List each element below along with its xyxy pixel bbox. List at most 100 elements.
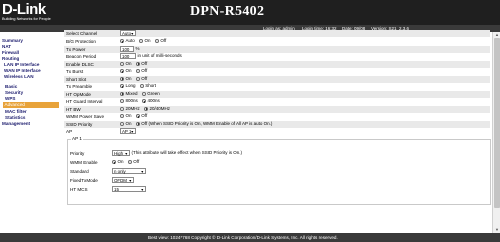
standard-value: n only <box>114 169 126 175</box>
bg-protection-auto-radio[interactable] <box>120 39 124 44</box>
enable-dlsc-on-label: On <box>125 60 132 66</box>
sidebar-item-basic[interactable]: Basic <box>5 84 17 89</box>
beacon-period-unit: in unit of milli-seconds <box>137 53 182 59</box>
beacon-period-input[interactable]: 100 <box>120 53 136 60</box>
ht-opmode-green-radio[interactable] <box>141 91 146 96</box>
ht-guard-800ns-radio[interactable] <box>120 99 124 104</box>
sidebar-item-routing[interactable]: Routing <box>2 56 19 61</box>
ssid-priority-off-label: Off (When SSID Priority is On, WMM Enabl… <box>141 120 273 126</box>
bg-protection-auto-label: Auto <box>125 38 135 44</box>
sidebar-item-advanced[interactable]: Advanced <box>3 102 59 108</box>
ht-opmode-mixed-radio[interactable] <box>120 91 124 96</box>
short-slot-row: Short Slot On Off <box>64 75 490 83</box>
select-channel-row: Select Channel Auto ▼ <box>64 30 490 38</box>
header-bar: D-Link Building Networks for People DPN-… <box>0 0 500 25</box>
ht-guard-800ns-label: 800ns <box>125 98 138 104</box>
sidebar-item-security[interactable]: Security <box>5 90 23 95</box>
tx-preamble-row: Tx Preamble Long Short <box>64 83 490 90</box>
enable-dlsc-off-radio[interactable] <box>135 61 140 66</box>
ht-opmode-row: HT OpMode Mixed Green <box>64 90 490 98</box>
sidebar-item-wan-ip-interface[interactable]: WAN IP Interface <box>4 68 41 73</box>
wmm-enable-off-radio[interactable] <box>127 160 132 165</box>
sidebar-item-wireless-lan[interactable]: Wireless LAN <box>4 74 34 79</box>
scrollbar-thumb[interactable] <box>494 38 500 208</box>
bg-protection-off-label: Off <box>160 38 167 44</box>
short-slot-off-radio[interactable] <box>135 76 140 81</box>
tx-burst-off-radio[interactable] <box>135 69 140 74</box>
chevron-down-icon: ▼ <box>130 31 134 36</box>
ht-mcs-label: HT MCS <box>70 187 88 193</box>
bg-protection-row: B/G Protection Auto On Off <box>64 38 490 45</box>
ssid-priority-label: SSID Priority <box>66 121 93 127</box>
chevron-down-icon: ▼ <box>128 178 132 183</box>
chevron-down-icon: ▼ <box>124 151 128 156</box>
sidebar-item-management[interactable]: Management <box>2 121 30 126</box>
ht-bw-20mhz-radio[interactable] <box>120 106 124 111</box>
wmm-enable-off-label: Off <box>133 159 140 165</box>
ht-guard-interval-label: HT Guard Interval <box>66 99 103 105</box>
chevron-down-icon: ▼ <box>140 187 144 192</box>
standard-row: Standard n only ▼ <box>68 168 488 175</box>
logo-text: D-Link <box>2 1 46 18</box>
sidebar-item-summary[interactable]: Summary <box>2 38 23 43</box>
ht-guard-400ns-radio[interactable] <box>142 99 147 104</box>
short-slot-on-radio[interactable] <box>120 76 124 81</box>
ht-bw-label: HT BW <box>66 106 81 112</box>
ht-bw-20mhz-label: 20MHz <box>125 105 140 111</box>
wmm-enable-row: WMM Enable On Off <box>68 159 488 166</box>
footer-copyright: Best view: 1024*768 Copyright © D-Link C… <box>148 235 338 240</box>
tx-preamble-long-radio[interactable] <box>120 84 124 89</box>
ap-label: AP <box>66 129 73 135</box>
main-content: Select Channel Auto ▼ B/G Protection Auto… <box>62 30 492 233</box>
sidebar-item-mac-filter[interactable]: MAC filter <box>5 109 27 114</box>
wmm-enable-on-radio[interactable] <box>112 160 116 165</box>
standard-dropdown[interactable]: n only ▼ <box>112 168 146 175</box>
wmm-enable-label: WMM Enable <box>70 160 98 166</box>
sidebar-item-nat[interactable]: NAT <box>2 44 11 49</box>
wmm-power-save-on-radio[interactable] <box>120 114 124 119</box>
ht-guard-400ns-label: 400ns <box>147 98 160 104</box>
logo-tagline: Building Networks for People <box>2 17 51 21</box>
enable-dlsc-off-label: Off <box>141 60 148 66</box>
sidebar-nav: Summary NAT Firewall Routing LAN IP Inte… <box>0 32 62 233</box>
priority-row: Priority High ▼ (This attribute will take … <box>68 150 488 157</box>
tx-preamble-short-label: Short <box>145 83 157 89</box>
wmm-power-save-label: WMM Power Save <box>66 114 105 120</box>
dlink-logo[interactable]: D-Link Building Networks for People <box>2 2 64 22</box>
fixed-tx-mode-label: FixedTxMode <box>70 178 98 184</box>
ssid-priority-row: SSID Priority On Off (When SSID Priority… <box>64 120 490 128</box>
vertical-scrollbar[interactable]: ▲ ▼ <box>492 32 500 233</box>
tx-power-label: Tx Power <box>66 46 86 52</box>
ssid-priority-on-radio[interactable] <box>120 121 124 126</box>
wmm-enable-on-label: On <box>117 159 124 165</box>
model-name: DPN-R5402 <box>190 4 265 19</box>
tx-power-row: Tx Power 100% <box>64 45 490 53</box>
ht-opmode-label: HT OpMode <box>66 91 91 97</box>
bg-protection-off-radio[interactable] <box>154 39 159 44</box>
sidebar-item-lan-ip-interface[interactable]: LAN IP Interface <box>4 62 39 67</box>
ht-bw-row: HT BW 20MHz 20/40MHz <box>64 105 490 113</box>
ap-dropdown[interactable]: AP 1 ▼ <box>120 128 136 135</box>
wmm-power-save-on-label: On <box>125 113 132 119</box>
bg-protection-on-radio[interactable] <box>139 39 144 44</box>
sidebar-item-wps[interactable]: WPS <box>5 96 15 101</box>
fixed-tx-mode-dropdown[interactable]: OFDM ▼ <box>112 177 134 184</box>
bg-protection-on-label: On <box>144 38 151 44</box>
ht-opmode-mixed-label: Mixed <box>125 90 138 96</box>
select-channel-dropdown[interactable]: Auto ▼ <box>120 30 136 37</box>
enable-dlsc-on-radio[interactable] <box>120 61 124 66</box>
sidebar-item-statistics[interactable]: Statistics <box>5 115 25 120</box>
select-channel-label: Select Channel <box>66 31 98 37</box>
tx-preamble-short-radio[interactable] <box>139 84 144 89</box>
priority-note: (This attribute will take effect when SS… <box>131 150 242 156</box>
wmm-power-save-off-radio[interactable] <box>135 114 140 119</box>
sidebar-item-firewall[interactable]: Firewall <box>2 50 19 55</box>
fixed-tx-mode-value: OFDM <box>114 178 127 184</box>
tx-power-input[interactable]: 100 <box>120 45 134 52</box>
wmm-power-save-off-label: Off <box>141 113 148 119</box>
ssid-priority-off-radio[interactable] <box>135 121 140 126</box>
tx-burst-on-radio[interactable] <box>120 69 124 74</box>
ht-bw-20-40mhz-radio[interactable] <box>144 106 149 111</box>
priority-dropdown[interactable]: High ▼ <box>112 150 130 157</box>
ht-mcs-dropdown[interactable]: 15 ▼ <box>112 186 146 193</box>
